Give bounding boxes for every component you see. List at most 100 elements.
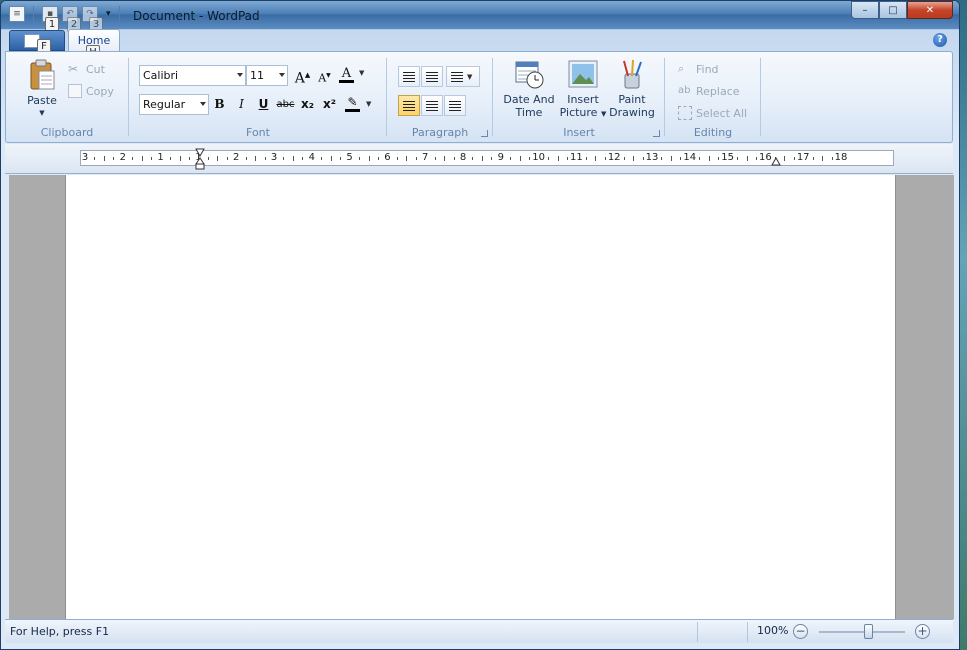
underline-button[interactable]: U xyxy=(253,94,274,115)
zoom-slider-track[interactable] xyxy=(819,631,905,633)
date-time-label-line2: Time xyxy=(515,106,543,119)
zoom-out-button[interactable]: − xyxy=(793,624,808,639)
replace-button[interactable]: ab Replace xyxy=(678,82,740,100)
decrease-indent-button[interactable] xyxy=(398,66,420,87)
paint-drawing-label-line1: Paint xyxy=(618,93,646,106)
replace-label: Replace xyxy=(696,84,740,98)
ruler-tick xyxy=(746,156,748,161)
ruler-tick xyxy=(548,157,550,160)
paragraph-dialog-launcher[interactable] xyxy=(481,130,488,137)
clipboard-group-label: Clipboard xyxy=(40,126,94,139)
picture-icon xyxy=(568,60,598,88)
select-all-label: Select All xyxy=(696,106,748,120)
highlight-dropdown-icon[interactable]: ▼ xyxy=(366,100,371,108)
wordpad-app-icon[interactable]: ≡ xyxy=(9,6,25,22)
ruler-number: 1 xyxy=(157,152,164,163)
font-size-value: 11 xyxy=(250,69,264,82)
ruler-number: 11 xyxy=(570,152,583,163)
status-divider xyxy=(697,622,698,642)
group-separator xyxy=(386,58,387,136)
ruler-tick xyxy=(255,156,257,161)
paint-drawing-button[interactable]: Paint Drawing xyxy=(608,58,656,119)
font-color-bar xyxy=(339,80,354,83)
find-button[interactable]: ⌕ Find xyxy=(678,60,719,78)
decrease-indent-icon xyxy=(403,71,415,82)
title-bar[interactable]: ≡ ▪ ↶ ↷ ▾ 1 2 3 Document - WordPad – □ ✕ xyxy=(1,1,959,32)
date-time-label-line1: Date And xyxy=(503,93,555,106)
font-color-dropdown-icon[interactable]: ▼ xyxy=(359,69,364,77)
paste-label: Paste xyxy=(27,94,57,107)
ruler-tick xyxy=(472,157,474,160)
bullets-button[interactable]: ▼ xyxy=(446,66,480,87)
font-color-button[interactable]: A xyxy=(336,63,357,84)
chevron-down-icon: ▼ xyxy=(600,110,607,118)
ruler-tick xyxy=(377,157,379,160)
right-indent-marker[interactable] xyxy=(771,156,781,167)
strikethrough-button[interactable]: abc xyxy=(275,94,296,115)
ruler-number: 17 xyxy=(796,152,810,163)
copy-icon xyxy=(68,84,82,98)
group-separator xyxy=(664,58,665,136)
zoom-level[interactable]: 100% xyxy=(757,624,788,637)
select-all-button[interactable]: Select All xyxy=(678,104,747,122)
ruler-tick xyxy=(340,157,342,160)
ruler-number: 10 xyxy=(532,152,545,163)
ruler-tick xyxy=(680,157,682,160)
highlight-color-bar xyxy=(345,109,360,112)
paste-dropdown-icon[interactable]: ▼ xyxy=(22,107,62,120)
align-center-button[interactable] xyxy=(421,95,443,116)
ruler-tick xyxy=(784,156,786,161)
font-size-combo[interactable]: 11 xyxy=(246,65,288,86)
ruler-tick xyxy=(793,157,795,160)
zoom-slider-thumb[interactable] xyxy=(864,624,873,639)
font-family-value: Calibri xyxy=(143,69,179,82)
minimize-button[interactable]: – xyxy=(851,1,879,19)
ruler-tick xyxy=(642,157,644,160)
left-indent-marker[interactable] xyxy=(195,148,205,170)
close-button[interactable]: ✕ xyxy=(907,1,953,19)
insert-picture-button[interactable]: Insert Picture ▼ xyxy=(558,58,608,121)
ruler-number: 6 xyxy=(384,152,391,163)
ruler-tick xyxy=(737,157,739,160)
increase-indent-button[interactable] xyxy=(421,66,443,87)
italic-button[interactable]: I xyxy=(231,94,252,115)
paste-button[interactable]: Paste ▼ xyxy=(22,58,62,120)
wordpad-window: ≡ ▪ ↶ ↷ ▾ 1 2 3 Document - WordPad – □ ✕… xyxy=(0,0,960,650)
status-bar: For Help, press F1 100% − + xyxy=(5,619,953,643)
ruler-tick xyxy=(529,157,531,160)
zoom-in-button[interactable]: + xyxy=(915,624,930,639)
ruler-tick xyxy=(292,156,294,161)
ruler-tick xyxy=(595,156,597,161)
copy-button[interactable]: Copy xyxy=(68,82,114,100)
ruler-tick xyxy=(444,156,446,161)
ruler-tick xyxy=(481,156,483,161)
grow-font-button[interactable]: A▲ xyxy=(292,65,313,87)
font-family-combo[interactable]: Calibri xyxy=(139,65,246,86)
bold-button[interactable]: B xyxy=(209,94,230,115)
editing-group-label: Editing xyxy=(693,126,733,139)
superscript-button[interactable]: x² xyxy=(319,94,340,115)
document-page[interactable] xyxy=(65,175,896,619)
status-divider xyxy=(747,622,748,642)
group-editing: ⌕ Find ab Replace Select All Editing xyxy=(666,52,760,142)
ruler-number: 5 xyxy=(346,152,353,163)
qat-customize-icon[interactable]: ▾ xyxy=(106,9,111,19)
maximize-button[interactable]: □ xyxy=(879,1,907,19)
ruler-number: 15 xyxy=(721,152,734,163)
date-time-button[interactable]: Date And Time xyxy=(502,58,556,119)
ruler-number: 3 xyxy=(270,152,278,163)
font-color-icon: A xyxy=(341,66,352,81)
increase-indent-icon xyxy=(426,71,438,82)
ruler-tick xyxy=(831,157,833,160)
align-right-button[interactable] xyxy=(444,95,466,116)
subscript-button[interactable]: x₂ xyxy=(297,94,318,115)
horizontal-ruler[interactable]: 3 2 1 1 2 3 4 5 6 7 8 9 10 11 12 13 14 15 16 17 18 xyxy=(80,148,894,170)
shrink-font-button[interactable]: A▼ xyxy=(314,65,335,86)
cut-button[interactable]: ✂ Cut xyxy=(68,60,105,78)
highlight-button[interactable]: ✎ xyxy=(342,92,363,113)
font-style-combo[interactable]: Regular xyxy=(139,94,209,115)
align-left-button[interactable] xyxy=(398,95,420,116)
help-icon[interactable]: ? xyxy=(933,33,947,47)
ruler-tick xyxy=(699,157,701,160)
insert-dialog-launcher[interactable] xyxy=(653,130,660,137)
